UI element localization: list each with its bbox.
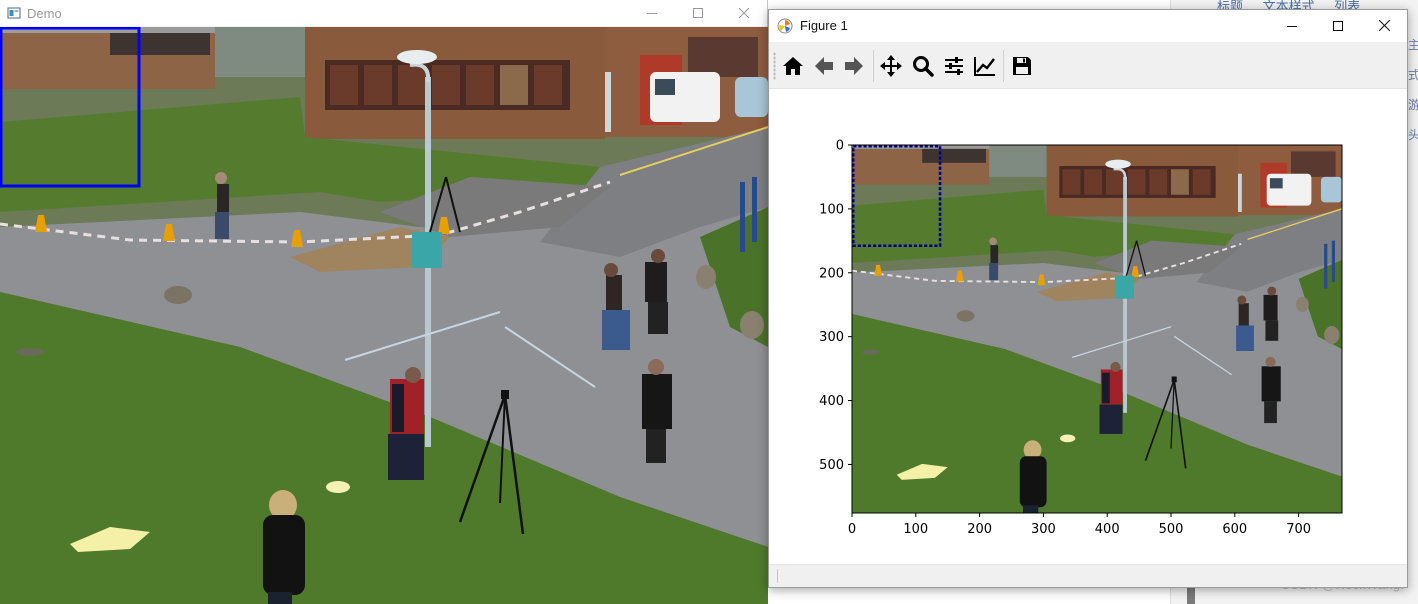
sliders-icon (945, 57, 963, 75)
y-tick-label: 300 (819, 330, 844, 345)
matplotlib-logo-icon (777, 18, 793, 33)
window-title: Demo (27, 5, 62, 21)
status-bar (769, 564, 1407, 587)
minimize-button[interactable] (1269, 10, 1315, 41)
x-tick-label: 500 (1159, 522, 1184, 537)
x-tick-label: 200 (967, 522, 992, 537)
y-tick-label: 500 (819, 458, 844, 473)
minimize-icon (647, 13, 657, 14)
zoom-button[interactable] (909, 52, 937, 80)
forward-button[interactable] (840, 52, 868, 80)
toolbar-separator (1003, 50, 1004, 82)
toolbar-separator (873, 50, 874, 82)
close-icon (1378, 20, 1390, 31)
back-button[interactable] (810, 52, 838, 80)
floppy-disk-icon (1013, 57, 1031, 75)
line-chart-icon (974, 57, 995, 76)
status-grip (777, 569, 778, 583)
figure-titlebar[interactable]: Figure 1 (769, 10, 1407, 41)
y-tick-label: 100 (819, 202, 844, 217)
home-icon (783, 57, 803, 75)
demo-window: Demo (0, 0, 768, 604)
video-scene (0, 27, 768, 604)
configure-subplots-button[interactable] (940, 52, 968, 80)
minimize-button[interactable] (629, 0, 675, 26)
toolbar-grip[interactable] (773, 52, 776, 80)
magnifier-icon (913, 56, 934, 77)
figure-window: Figure 1 0 100 200 300 400 500 600 700 0… (768, 9, 1408, 588)
maximize-button[interactable] (1315, 10, 1361, 41)
arrow-right-icon (845, 57, 863, 75)
x-tick-label: 300 (1031, 522, 1056, 537)
demo-titlebar[interactable]: Demo (0, 0, 767, 26)
y-tick-label: 400 (819, 394, 844, 409)
maximize-button[interactable] (675, 0, 721, 26)
axes-image (852, 145, 1342, 513)
close-button[interactable] (721, 0, 767, 26)
x-tick-label: 0 (848, 522, 856, 537)
arrow-left-icon (815, 57, 833, 75)
move-icon (880, 55, 902, 77)
image-axes: 0 100 200 300 400 500 600 700 0 100 200 300 400 500 (819, 139, 1343, 537)
close-button[interactable] (1361, 10, 1407, 41)
home-button[interactable] (779, 52, 807, 80)
x-tick-label: 400 (1095, 522, 1120, 537)
video-frame[interactable] (0, 27, 768, 604)
x-tick-label: 700 (1286, 522, 1311, 537)
side-glyph: 游 (1408, 98, 1418, 112)
save-button[interactable] (1008, 52, 1036, 80)
edit-axes-button[interactable] (971, 52, 999, 80)
y-axis: 0 100 200 300 400 500 (819, 139, 852, 473)
side-glyph: 主 (1408, 38, 1418, 52)
maximize-icon (1333, 20, 1343, 31)
side-glyph: 式 (1408, 68, 1418, 82)
figure-canvas[interactable]: 0 100 200 300 400 500 600 700 0 100 200 300 400 500 (769, 89, 1407, 565)
navigation-toolbar (769, 42, 1407, 89)
x-axis: 0 100 200 300 400 500 600 700 (848, 513, 1311, 537)
pan-button[interactable] (877, 52, 905, 80)
window-title: Figure 1 (800, 18, 848, 33)
x-tick-label: 600 (1222, 522, 1247, 537)
window-app-icon (7, 7, 21, 19)
close-icon (739, 8, 749, 18)
background-side-text: 主 式 游 头 (1408, 30, 1418, 150)
x-tick-label: 100 (903, 522, 928, 537)
minimize-icon (1287, 25, 1297, 27)
maximize-icon (693, 8, 703, 18)
y-tick-label: 200 (819, 266, 844, 281)
background-scrollbar[interactable] (1187, 586, 1195, 604)
side-glyph: 头 (1408, 128, 1418, 142)
y-tick-label: 0 (836, 139, 844, 154)
